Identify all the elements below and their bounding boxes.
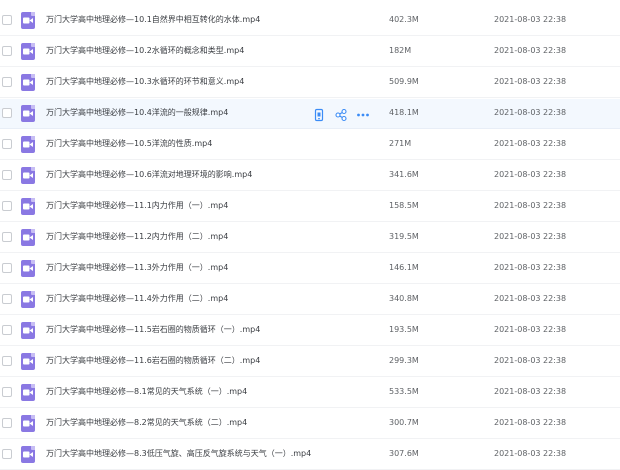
file-name[interactable]: 万门大学高中地理必修—11.6岩石圈的物质循环（二）.mp4 [46,355,260,367]
file-date: 2021-08-03 22:38 [494,77,567,86]
video-file-icon [21,105,35,122]
file-date: 2021-08-03 22:38 [494,356,567,365]
file-row[interactable]: 万门大学高中地理必修—11.1内力作用（一）.mp4 158.5M 2021-0… [0,192,620,222]
video-file-icon [21,322,35,339]
row-checkbox[interactable] [2,46,12,56]
file-row[interactable]: 万门大学高中地理必修—11.5岩石圈的物质循环（一）.mp4 193.5M 20… [0,316,620,346]
file-row[interactable]: 万门大学高中地理必修—10.6洋流对地理环境的影响.mp4 341.6M 202… [0,161,620,191]
video-file-icon [21,43,35,60]
file-name[interactable]: 万门大学高中地理必修—11.1内力作用（一）.mp4 [46,200,228,212]
video-file-icon [21,353,35,370]
video-file-icon [21,229,35,246]
file-row[interactable]: 万门大学高中地理必修—11.2内力作用（二）.mp4 319.5M 2021-0… [0,223,620,253]
video-file-icon [21,198,35,215]
file-name[interactable]: 万门大学高中地理必修—10.1自然界中相互转化的水体.mp4 [46,14,260,26]
file-name[interactable]: 万门大学高中地理必修—8.2常见的天气系统（二）.mp4 [46,417,247,429]
file-size: 341.6M [389,170,419,179]
file-size: 182M [389,46,412,55]
video-file-icon [21,74,35,91]
file-row[interactable]: 万门大学高中地理必修—8.1常见的天气系统（一）.mp4 533.5M 2021… [0,378,620,408]
file-size: 300.7M [389,418,419,427]
file-date: 2021-08-03 22:38 [494,449,567,458]
row-checkbox[interactable] [2,170,12,180]
file-size: 158.5M [389,201,419,210]
file-row[interactable]: 万门大学高中地理必修—11.3外力作用（一）.mp4 146.1M 2021-0… [0,254,620,284]
file-size: 509.9M [389,77,419,86]
row-checkbox[interactable] [2,356,12,366]
row-checkbox[interactable] [2,325,12,335]
file-row[interactable]: 万门大学高中地理必修—10.3水循环的环节和意义.mp4 509.9M 2021… [0,68,620,98]
file-row[interactable]: 万门大学高中地理必修—10.2水循环的概念和类型.mp4 182M 2021-0… [0,37,620,67]
file-name[interactable]: 万门大学高中地理必修—11.4外力作用（二）.mp4 [46,293,228,305]
file-size: 418.1M [389,108,419,117]
video-file-icon [21,291,35,308]
file-date: 2021-08-03 22:38 [494,201,567,210]
file-date: 2021-08-03 22:38 [494,170,567,179]
row-checkbox[interactable] [2,201,12,211]
file-row[interactable]: 万门大学高中地理必修—8.2常见的天气系统（二）.mp4 300.7M 2021… [0,409,620,439]
video-file-icon [21,446,35,463]
row-checkbox[interactable] [2,263,12,273]
file-size: 299.3M [389,356,419,365]
file-name[interactable]: 万门大学高中地理必修—11.5岩石圈的物质循环（一）.mp4 [46,324,260,336]
file-date: 2021-08-03 22:38 [494,46,567,55]
file-size: 193.5M [389,325,419,334]
file-size: 146.1M [389,263,419,272]
file-list: 万门大学高中地理必修—10.1自然界中相互转化的水体.mp4 402.3M 20… [0,0,620,470]
file-size: 533.5M [389,387,419,396]
file-date: 2021-08-03 22:38 [494,15,567,24]
file-date: 2021-08-03 22:38 [494,325,567,334]
row-checkbox[interactable] [2,77,12,87]
file-size: 402.3M [389,15,419,24]
file-row[interactable]: 万门大学高中地理必修—10.5洋流的性质.mp4 271M 2021-08-03… [0,130,620,160]
row-checkbox[interactable] [2,108,12,118]
file-date: 2021-08-03 22:38 [494,294,567,303]
row-actions [312,107,378,122]
file-name[interactable]: 万门大学高中地理必修—10.4洋流的一般规律.mp4 [46,107,228,119]
row-checkbox[interactable] [2,294,12,304]
file-size: 307.6M [389,449,419,458]
row-checkbox[interactable] [2,449,12,459]
file-name[interactable]: 万门大学高中地理必修—8.3低压气旋、高压反气旋系统与天气（一）.mp4 [46,448,311,460]
file-date: 2021-08-03 22:38 [494,232,567,241]
file-date: 2021-08-03 22:38 [494,263,567,272]
more-icon[interactable] [356,107,370,121]
row-checkbox[interactable] [2,232,12,242]
share-icon[interactable] [334,107,348,122]
file-row-hovered[interactable]: 万门大学高中地理必修—10.4洋流的一般规律.mp4 418.1M 2021-0… [0,99,620,129]
file-name[interactable]: 万门大学高中地理必修—10.2水循环的概念和类型.mp4 [46,45,244,57]
file-size: 271M [389,139,412,148]
file-name[interactable]: 万门大学高中地理必修—11.2内力作用（二）.mp4 [46,231,228,243]
file-date: 2021-08-03 22:38 [494,418,567,427]
file-name[interactable]: 万门大学高中地理必修—10.5洋流的性质.mp4 [46,138,212,150]
video-file-icon [21,136,35,153]
file-row[interactable]: 万门大学高中地理必修—8.3低压气旋、高压反气旋系统与天气（一）.mp4 307… [0,440,620,470]
file-date: 2021-08-03 22:38 [494,139,567,148]
file-name[interactable]: 万门大学高中地理必修—8.1常见的天气系统（一）.mp4 [46,386,247,398]
file-size: 340.8M [389,294,419,303]
video-file-icon [21,415,35,432]
row-checkbox[interactable] [2,139,12,149]
file-date: 2021-08-03 22:38 [494,108,567,117]
file-date: 2021-08-03 22:38 [494,387,567,396]
file-row[interactable]: 万门大学高中地理必修—10.1自然界中相互转化的水体.mp4 402.3M 20… [0,6,620,36]
row-checkbox[interactable] [2,15,12,25]
file-name[interactable]: 万门大学高中地理必修—10.6洋流对地理环境的影响.mp4 [46,169,252,181]
file-name[interactable]: 万门大学高中地理必修—10.3水循环的环节和意义.mp4 [46,76,244,88]
file-name[interactable]: 万门大学高中地理必修—11.3外力作用（一）.mp4 [46,262,228,274]
video-file-icon [21,167,35,184]
row-checkbox[interactable] [2,418,12,428]
file-row[interactable]: 万门大学高中地理必修—11.6岩石圈的物质循环（二）.mp4 299.3M 20… [0,347,620,377]
file-size: 319.5M [389,232,419,241]
video-file-icon [21,12,35,29]
phone-icon[interactable] [312,107,326,122]
video-file-icon [21,384,35,401]
row-checkbox[interactable] [2,387,12,397]
video-file-icon [21,260,35,277]
file-row[interactable]: 万门大学高中地理必修—11.4外力作用（二）.mp4 340.8M 2021-0… [0,285,620,315]
